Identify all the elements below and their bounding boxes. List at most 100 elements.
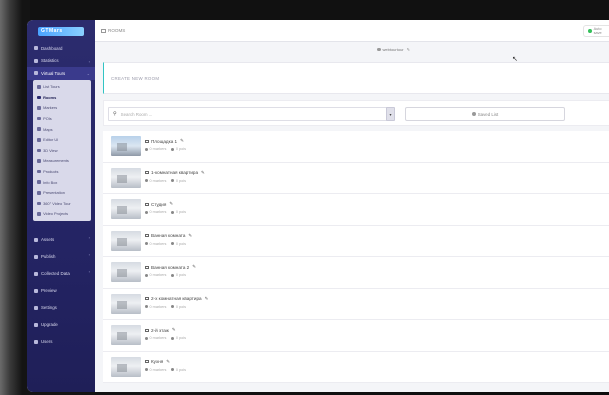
- edit-icon[interactable]: ✎: [205, 296, 209, 302]
- image-icon: [145, 202, 149, 206]
- sidebar-item-preview[interactable]: Preview: [27, 282, 95, 299]
- sidebar: GTMars Dashboard Statistics › Virtual Tou…: [27, 20, 95, 392]
- chevron-down-icon: ⌄: [86, 71, 90, 76]
- status-badge[interactable]: Auto save: [583, 25, 609, 37]
- chevron-down-icon: ▾: [389, 111, 392, 117]
- edit-icon[interactable]: ✎: [188, 233, 192, 239]
- room-thumbnail[interactable]: [111, 262, 141, 282]
- room-title: Площадка 1 ✎: [145, 138, 184, 144]
- list-item[interactable]: 1-комнатная квартира ✎ 0 markers 0 pois: [103, 162, 609, 194]
- sidebar-nav: Dashboard Statistics › Virtual Tours ⌄: [27, 42, 95, 80]
- list-item[interactable]: 2-й этаж ✎ 0 markers 0 pois: [103, 320, 609, 352]
- tour-selector[interactable]: webtourtour ✎: [377, 47, 410, 52]
- edit-icon[interactable]: ✎: [201, 170, 205, 176]
- upgrade-icon: [34, 322, 38, 327]
- room-meta: 0 markers 0 pois: [145, 147, 186, 151]
- edit-icon[interactable]: ✎: [192, 264, 196, 270]
- top-bar: ROOMS Auto save: [95, 20, 609, 42]
- filter-dropdown-button[interactable]: ▾: [386, 107, 395, 121]
- image-icon: [145, 171, 149, 174]
- sidebar-item-virtual-tours[interactable]: Virtual Tours ⌄: [27, 67, 95, 80]
- list-item[interactable]: Ванная комната ✎ 0 markers 0 pois: [103, 225, 609, 257]
- logo-icon: GTMars: [38, 26, 84, 36]
- room-meta: 0 markers 0 pois: [145, 368, 186, 372]
- online-dot-icon: [588, 29, 592, 33]
- room-title: Студия ✎: [145, 201, 173, 207]
- submenu-item-pois[interactable]: POIs: [33, 113, 91, 124]
- edit-icon[interactable]: ✎: [180, 138, 184, 144]
- room-thumbnail[interactable]: [111, 293, 141, 314]
- sidebar-item-dashboard[interactable]: Dashboard: [27, 42, 95, 55]
- list-item[interactable]: Кухня ✎ 0 markers 0 pois: [103, 351, 609, 383]
- folder-icon: [34, 237, 38, 242]
- map-icon: [37, 127, 41, 131]
- virtual-tours-submenu: List Tours Rooms Markers POIs Maps Edito…: [33, 79, 91, 222]
- room-filter-bar: ⚲ Search Room ... ▾ Saved List: [103, 100, 609, 126]
- poi-icon: [37, 116, 41, 121]
- sidebar-item-statistics[interactable]: Statistics ›: [27, 55, 95, 68]
- room-thumbnail[interactable]: [111, 230, 141, 251]
- create-room-label: CREATE NEW ROOM: [111, 76, 160, 81]
- main-content: webtourtour ✎ ↖ CREATE NEW ROOM ⚲ Search…: [95, 42, 609, 392]
- image-icon: [145, 360, 149, 363]
- share-icon: [34, 254, 38, 259]
- list-item[interactable]: Ванная комната 2 ✎ 0 markers 0 pois: [103, 257, 609, 289]
- edit-icon[interactable]: ✎: [169, 201, 173, 207]
- editor-icon: [37, 137, 41, 142]
- saved-list-button[interactable]: Saved List: [405, 107, 565, 121]
- info-icon: [37, 180, 41, 184]
- marker-icon: [145, 336, 148, 340]
- room-thumbnail[interactable]: [111, 136, 141, 156]
- chevron-right-icon: ›: [88, 269, 90, 275]
- submenu-item-rooms[interactable]: Rooms: [33, 92, 91, 103]
- logo[interactable]: GTMars: [27, 20, 95, 42]
- edit-icon[interactable]: ✎: [172, 327, 176, 333]
- submenu-item-markers[interactable]: Markers: [33, 103, 91, 114]
- room-thumbnail[interactable]: [111, 356, 141, 377]
- sidebar-item-publish[interactable]: Publish ›: [27, 248, 95, 265]
- search-input[interactable]: ⚲ Search Room ...: [108, 107, 393, 121]
- list-item[interactable]: Студия ✎ 0 markers 0 pois: [103, 194, 609, 226]
- edit-icon[interactable]: ✎: [166, 359, 170, 365]
- room-meta: 0 markers 0 pois: [145, 242, 186, 246]
- submenu-item-maps[interactable]: Maps: [33, 124, 91, 135]
- room-title: 2-й этаж ✎: [145, 327, 176, 333]
- presentation-icon: [37, 190, 41, 195]
- submenu-item-products[interactable]: Products: [33, 166, 91, 177]
- marker-icon: [145, 210, 148, 214]
- globe-icon: [377, 47, 381, 52]
- room-thumbnail[interactable]: [111, 199, 141, 219]
- submenu-item-measurements[interactable]: Measurements: [33, 156, 91, 167]
- sidebar-item-upgrade[interactable]: Upgrade: [27, 316, 95, 333]
- sidebar-item-collected-data[interactable]: Collected Data ›: [27, 265, 95, 282]
- sidebar-item-assets[interactable]: Assets ›: [27, 231, 95, 248]
- sidebar-item-users[interactable]: Users: [27, 333, 95, 350]
- users-icon: [34, 339, 38, 344]
- bookmark-icon: [471, 112, 476, 116]
- submenu-item-3d-view[interactable]: 3D View: [33, 145, 91, 156]
- image-icon: [145, 328, 149, 332]
- breadcrumb: ROOMS: [101, 28, 125, 33]
- submenu-item-video-projects[interactable]: Video Projects: [33, 209, 91, 220]
- video-icon: [37, 201, 41, 206]
- marker-icon: [145, 147, 148, 151]
- poi-icon: [171, 242, 175, 245]
- list-item[interactable]: Площадка 1 ✎ 0 markers 0 pois: [103, 131, 609, 163]
- room-thumbnail[interactable]: [111, 167, 141, 188]
- submenu-item-list-tours[interactable]: List Tours: [33, 82, 91, 93]
- sidebar-item-settings[interactable]: Settings: [27, 299, 95, 316]
- room-meta: 0 markers 0 pois: [145, 305, 186, 309]
- image-icon: [145, 297, 149, 300]
- submenu-item-info-box[interactable]: Info Box: [33, 177, 91, 188]
- room-meta: 0 markers 0 pois: [145, 179, 186, 183]
- submenu-item-editor-ui[interactable]: Editor UI: [33, 134, 91, 145]
- poi-icon: [171, 305, 175, 308]
- room-thumbnail[interactable]: [111, 325, 141, 345]
- gear-icon: [34, 305, 38, 310]
- edit-icon[interactable]: ✎: [407, 47, 410, 52]
- create-room-card[interactable]: CREATE NEW ROOM: [103, 62, 609, 94]
- submenu-item-presentation[interactable]: Presentation: [33, 187, 91, 198]
- submenu-item-video-tour[interactable]: 360° Video Tour: [33, 198, 91, 209]
- room-meta: 0 markers 0 pois: [145, 336, 186, 340]
- list-item[interactable]: 2-х комнатная квартира ✎ 0 markers 0 pois: [103, 288, 609, 320]
